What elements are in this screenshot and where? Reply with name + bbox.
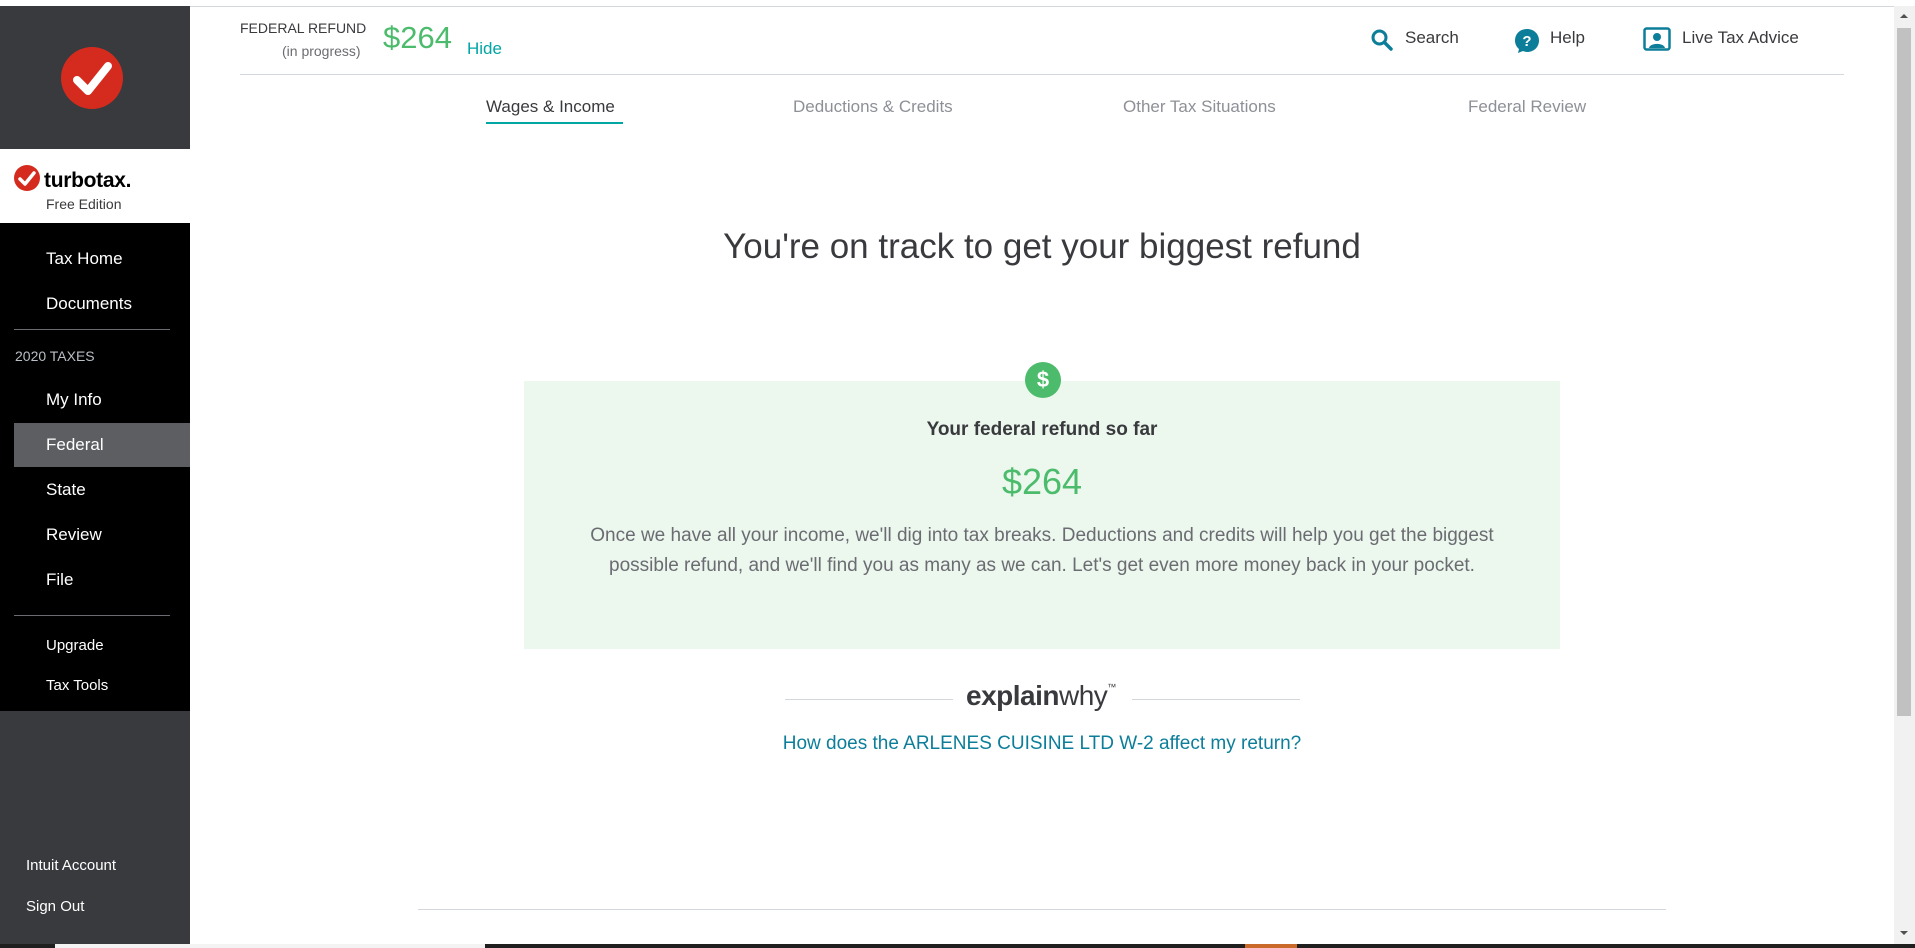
sidebar-item-documents[interactable]: Documents xyxy=(14,282,190,326)
live-tax-advice-button[interactable]: Live Tax Advice xyxy=(1682,28,1799,48)
explainwhy-logo-bold: explain xyxy=(966,680,1059,711)
sidebar: turbotax. Free Edition Tax Home Document… xyxy=(0,6,210,944)
content-bottom-divider xyxy=(418,909,1666,910)
turbotax-small-check-icon xyxy=(14,165,40,191)
sidebar-item-federal[interactable]: Federal xyxy=(14,423,190,467)
sidebar-item-label: My Info xyxy=(46,390,102,409)
browser-top-strip xyxy=(0,0,1915,7)
brand-edition: Free Edition xyxy=(46,196,122,212)
page-title: You're on track to get your biggest refu… xyxy=(723,227,1361,266)
explainwhy-logo-light: why xyxy=(1058,680,1108,711)
scroll-down-icon[interactable] xyxy=(1897,926,1911,940)
explainwhy-logo: explainwhy™ xyxy=(966,680,1116,712)
sidebar-item-tax-home[interactable]: Tax Home xyxy=(14,237,190,281)
brand-name: turbotax. xyxy=(44,169,132,192)
help-button[interactable]: Help xyxy=(1550,28,1585,48)
scroll-up-icon[interactable] xyxy=(1897,9,1911,23)
card-body-text: Once we have all your income, we'll dig … xyxy=(590,525,1494,576)
sidebar-divider xyxy=(14,615,170,616)
logo-block xyxy=(0,6,190,149)
sign-out-link[interactable]: Sign Out xyxy=(26,898,84,915)
explainwhy-trademark: ™ xyxy=(1107,682,1116,692)
card-refund-amount: $264 xyxy=(1001,461,1083,502)
refund-status: (in progress) xyxy=(282,43,361,59)
search-icon[interactable] xyxy=(1370,28,1394,57)
tab-other-tax-situations[interactable]: Other Tax Situations xyxy=(1123,97,1276,117)
refund-label: FEDERAL REFUND xyxy=(240,20,367,36)
turbotax-check-logo-icon[interactable] xyxy=(61,47,123,109)
refund-amount: $264 xyxy=(383,20,452,55)
svg-text:?: ? xyxy=(1522,33,1531,50)
sidebar-item-upgrade[interactable]: Upgrade xyxy=(46,637,104,654)
active-tab-underline xyxy=(486,122,623,124)
brand-block: turbotax. Free Edition xyxy=(0,149,190,223)
sidebar-item-label: Federal xyxy=(46,435,104,454)
explainwhy-divider-right xyxy=(1132,699,1300,700)
explainwhy-w2-link[interactable]: How does the ARLENES CUISINE LTD W-2 aff… xyxy=(524,733,1560,755)
sidebar-section-label: 2020 TAXES xyxy=(15,348,95,364)
sidebar-item-review[interactable]: Review xyxy=(14,513,190,557)
intuit-account-link[interactable]: Intuit Account xyxy=(26,857,116,874)
taskbar-segment xyxy=(55,944,485,948)
explainwhy-divider-left xyxy=(785,699,953,700)
sidebar-item-label: Tax Tools xyxy=(46,677,109,694)
sidebar-item-label: File xyxy=(46,570,74,589)
search-button[interactable]: Search xyxy=(1405,28,1459,48)
hide-refund-button[interactable]: Hide xyxy=(467,39,502,59)
sidebar-item-my-info[interactable]: My Info xyxy=(14,378,190,422)
sidebar-item-label: Documents xyxy=(46,294,132,313)
sidebar-item-tax-tools[interactable]: Tax Tools xyxy=(46,677,210,694)
sidebar-item-state[interactable]: State xyxy=(14,468,190,512)
help-icon[interactable]: ? xyxy=(1514,28,1540,59)
card-title: Your federal refund so far xyxy=(926,419,1158,440)
tab-deductions-credits[interactable]: Deductions & Credits xyxy=(793,97,953,117)
sidebar-item-label: Review xyxy=(46,525,102,544)
sidebar-divider xyxy=(14,329,170,330)
sidebar-item-file[interactable]: File xyxy=(14,558,190,602)
chevron-down-icon xyxy=(196,677,210,694)
sidebar-nav: Tax Home Documents 2020 TAXES My Info Fe… xyxy=(0,223,210,711)
tab-federal-review[interactable]: Federal Review xyxy=(1468,97,1586,117)
taskbar-accent xyxy=(1245,944,1297,948)
scrollbar-thumb[interactable] xyxy=(1897,28,1911,716)
live-tax-advice-icon[interactable] xyxy=(1643,27,1671,58)
sidebar-item-label: Tax Home xyxy=(46,249,123,268)
dollar-icon: $ xyxy=(1025,362,1061,398)
sidebar-item-label: State xyxy=(46,480,86,499)
header-divider xyxy=(240,74,1844,75)
tab-wages-income[interactable]: Wages & Income xyxy=(486,97,615,117)
